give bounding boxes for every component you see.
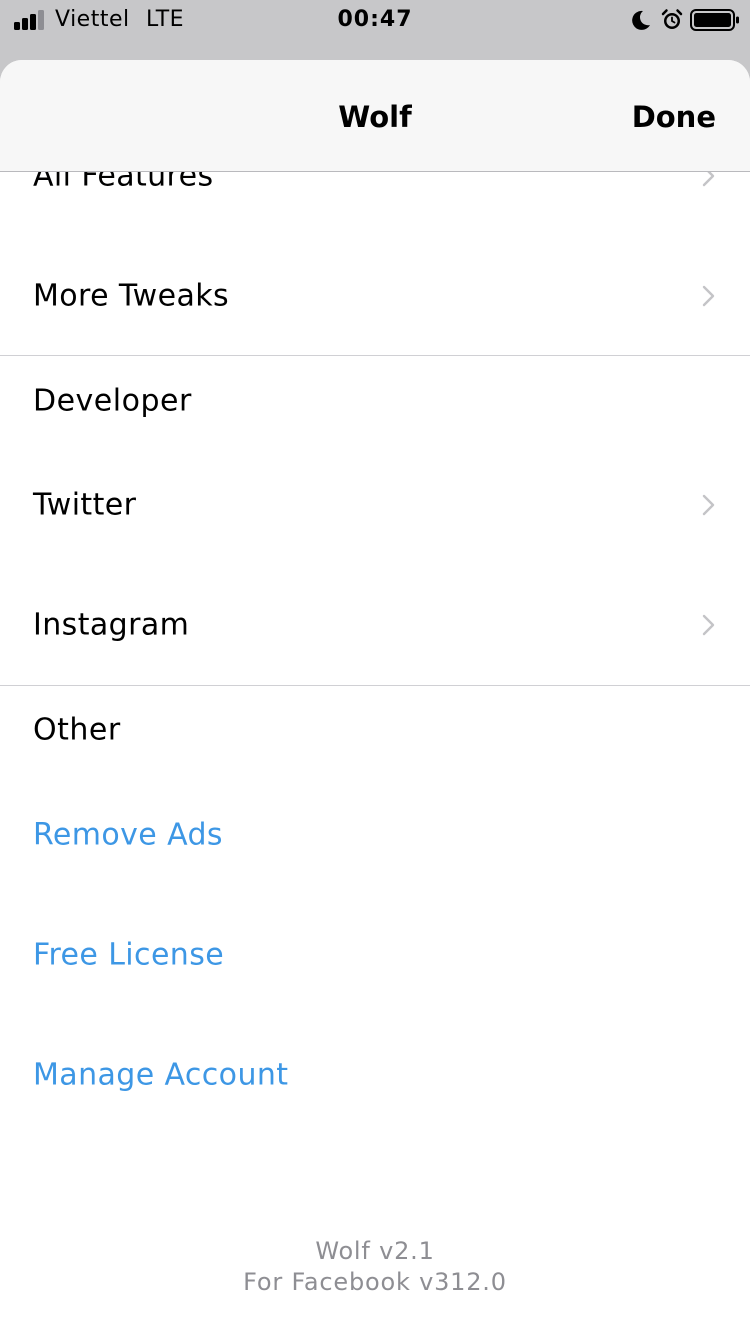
chevron-right-icon (702, 494, 715, 516)
settings-sheet: Wolf Done All Features More Tweaks Devel… (0, 60, 750, 1334)
section-title: Other (33, 712, 121, 748)
done-button[interactable]: Done (632, 100, 716, 134)
remove-ads-button[interactable]: Remove Ads (0, 790, 750, 880)
row-more-tweaks[interactable]: More Tweaks (0, 251, 750, 341)
row-twitter[interactable]: Twitter (0, 460, 750, 550)
navigation-bar: Wolf Done (0, 60, 750, 172)
version-footer: Wolf v2.1 For Facebook v312.0 (0, 1236, 750, 1298)
section-header-other: Other (0, 685, 750, 775)
facebook-version: For Facebook v312.0 (243, 1268, 507, 1296)
status-bar: Viettel LTE 00:47 (0, 0, 750, 40)
manage-account-button[interactable]: Manage Account (0, 1030, 750, 1120)
row-label: More Tweaks (33, 278, 230, 314)
row-label: Remove Ads (33, 817, 223, 853)
row-label: Instagram (33, 607, 190, 643)
section-header-developer: Developer (0, 356, 750, 446)
battery-icon (690, 9, 739, 31)
row-instagram[interactable]: Instagram (0, 580, 750, 670)
free-license-button[interactable]: Free License (0, 910, 750, 1000)
chevron-right-icon (702, 614, 715, 636)
row-label: Free License (33, 937, 225, 973)
chevron-right-icon (702, 285, 715, 307)
alarm-icon (661, 9, 683, 29)
moon-icon (632, 10, 650, 30)
section-title: Developer (33, 383, 192, 419)
row-label: Manage Account (33, 1057, 289, 1093)
app-version: Wolf v2.1 (315, 1237, 435, 1265)
row-label: Twitter (33, 487, 137, 523)
